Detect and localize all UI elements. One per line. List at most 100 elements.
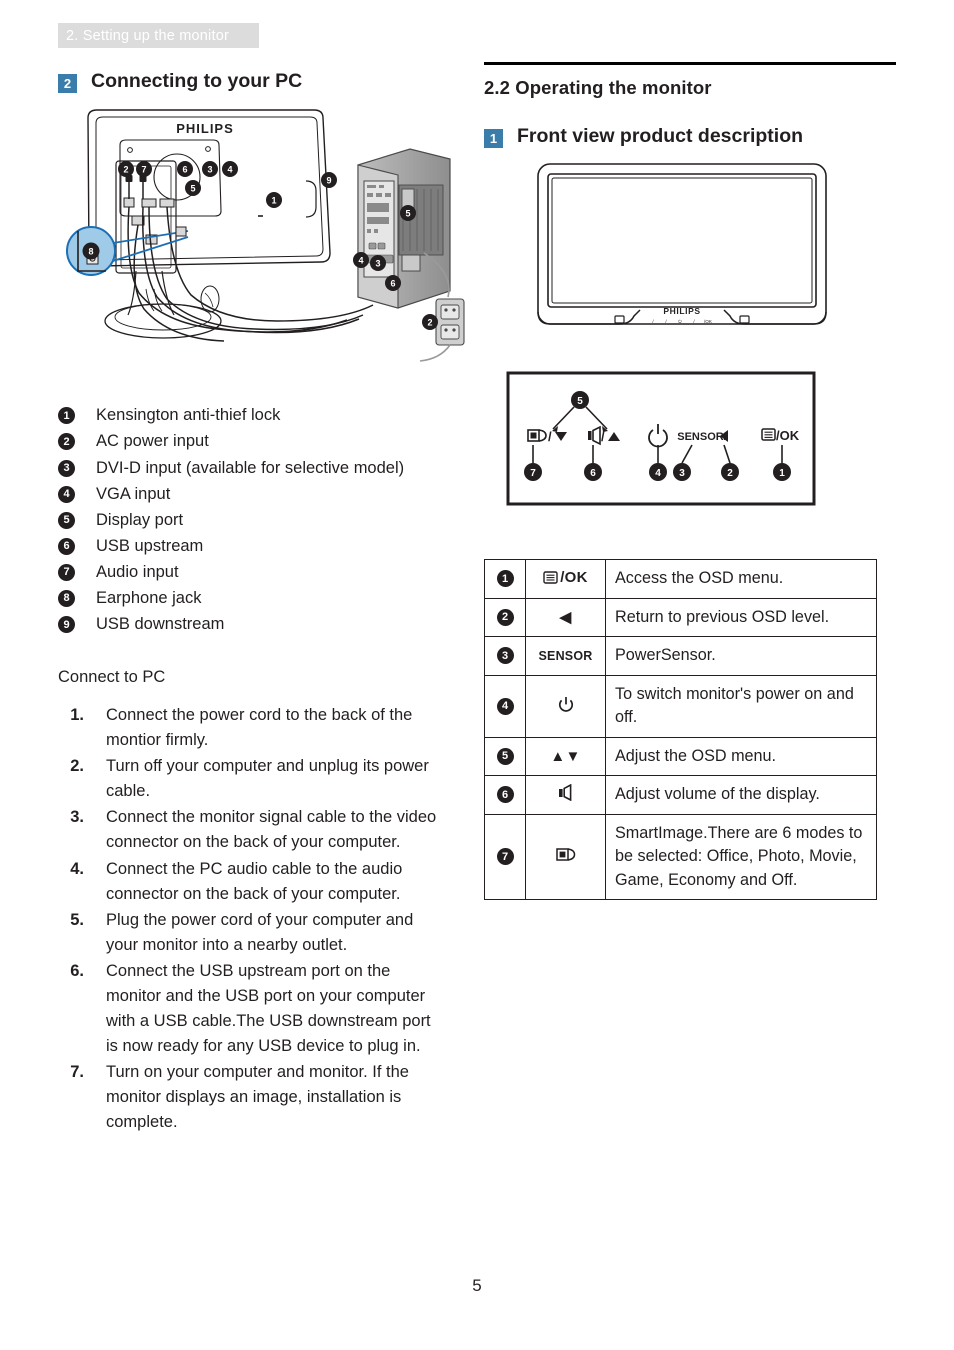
row-icon-cell <box>525 813 606 901</box>
step-text: Plug the power cord of your computer and… <box>106 910 414 954</box>
section-rule <box>484 62 896 65</box>
section-heading-connecting: 2 Connecting to your PC <box>58 70 478 93</box>
row-number-cell: 7 <box>484 813 526 901</box>
svg-text:1: 1 <box>779 468 785 479</box>
svg-text:2: 2 <box>427 318 432 328</box>
callout-1: 1 <box>773 463 791 482</box>
left-column: 2 Connecting to your PC 2 7 6 3 4 5 1 9 … <box>58 70 478 1136</box>
svg-text:2: 2 <box>727 468 733 479</box>
callout-2-outlet: 2 <box>422 314 438 331</box>
svg-text:5: 5 <box>405 209 410 219</box>
page-title: 2.2 Operating the monitor <box>484 77 712 98</box>
control-panel-figure: 5 / / SENSOR/ /OK 7 6 4 3 2 1 <box>506 371 896 511</box>
sensor-left-glyph: SENSOR/ <box>677 430 728 443</box>
philips-wordmark: PHILIPS <box>663 306 700 316</box>
table-row: 6 Adjust volume of the display. <box>484 775 877 815</box>
row-number-cell: 2 <box>484 597 526 638</box>
svg-text:3: 3 <box>679 468 685 479</box>
step-number: 2. <box>70 757 84 776</box>
control-panel-svg: 5 / / SENSOR/ /OK 7 6 4 3 2 1 <box>506 371 816 506</box>
callout-9-usb: 9 <box>321 172 337 189</box>
table-row: 7 SmartImage.There are 6 modes to be sel… <box>484 813 877 901</box>
svg-text:5: 5 <box>577 396 583 407</box>
list-item: 7 Audio input <box>58 560 478 585</box>
section-title: Front view product description <box>517 125 804 147</box>
svg-text:8: 8 <box>88 247 93 257</box>
svg-text:4: 4 <box>655 468 661 479</box>
step-text: Turn on your computer and monitor. If th… <box>106 1063 409 1132</box>
row-badge: 4 <box>496 697 514 715</box>
list-item: 2. Turn off your computer and unplug its… <box>58 754 478 804</box>
svg-text:3: 3 <box>207 165 212 175</box>
callout-5-monitor: 5 <box>185 180 201 197</box>
callout-4: 4 <box>649 463 667 482</box>
sensor-icon: SENSOR <box>538 649 593 664</box>
step-text: Connect the power cord to the back of th… <box>106 706 413 750</box>
row-icon-cell <box>525 674 606 738</box>
step-number: 5. <box>70 910 84 929</box>
row-icon-cell: SENSOR <box>525 636 606 676</box>
row-description: Access the OSD menu. <box>605 559 877 599</box>
list-item: 2 AC power input <box>58 429 478 454</box>
row-description: Return to previous OSD level. <box>605 597 877 638</box>
step-number: 3. <box>70 808 84 827</box>
list-item: 4. Connect the PC audio cable to the aud… <box>58 857 478 907</box>
legend-label: Earphone jack <box>96 588 202 607</box>
list-item: 3 DVI-D input (available for selective m… <box>58 456 478 481</box>
row-description: SmartImage.There are 6 modes to be selec… <box>605 813 877 901</box>
legend-number: 1 <box>58 407 75 425</box>
table-row: 2 ◀ Return to previous OSD level. <box>484 597 877 638</box>
row-description: PowerSensor. <box>605 636 877 676</box>
list-item: 3. Connect the monitor signal cable to t… <box>58 805 478 855</box>
legend-number: 9 <box>58 616 75 634</box>
section-title: Connecting to your PC <box>91 70 303 92</box>
svg-text:/: / <box>601 429 605 444</box>
philips-wordmark: PHILIPS <box>176 121 234 136</box>
row-badge: 7 <box>496 848 514 866</box>
legend-label: Audio input <box>96 562 179 581</box>
left-triangle-icon: ◀ <box>559 609 572 627</box>
osd-ok-icon: /OK <box>543 569 588 586</box>
power-icon <box>557 695 575 713</box>
legend-label: USB downstream <box>96 615 225 634</box>
row-number-cell: 3 <box>484 636 526 676</box>
step-text: Connect the USB upstream port on the mon… <box>106 961 431 1056</box>
svg-text:3: 3 <box>375 259 380 269</box>
row-badge: 3 <box>496 647 514 665</box>
row-number-cell: 4 <box>484 674 526 738</box>
callout-1-lock: 1 <box>266 192 282 209</box>
callout-3: 3 <box>673 463 691 482</box>
list-item: 5. Plug the power cord of your computer … <box>58 908 478 958</box>
list-item: 7. Turn on your computer and monitor. If… <box>58 1060 478 1135</box>
row-icon-cell <box>525 775 606 815</box>
section-heading-frontview: 1 Front view product description <box>484 125 896 148</box>
legend-number: 7 <box>58 563 75 581</box>
svg-text:/OK: /OK <box>776 428 800 443</box>
up-down-triangle-icon: ▲▼ <box>550 747 581 765</box>
row-number-cell: 5 <box>484 736 526 777</box>
callout-3-monitor: 3 <box>202 161 218 178</box>
row-number-cell: 1 <box>484 559 526 599</box>
svg-text:6: 6 <box>182 165 187 175</box>
legend-label: Kensington anti-thief lock <box>96 406 281 425</box>
front-view-figure: PHILIPS / / ⏻ / /OK <box>532 158 896 345</box>
row-icon-cell: /OK <box>525 559 606 599</box>
callout-8-earphone: 8 <box>82 242 100 260</box>
row-description: Adjust volume of the display. <box>605 775 877 815</box>
list-item: 1. Connect the power cord to the back of… <box>58 703 478 753</box>
legend-number: 4 <box>58 485 75 503</box>
legend-number: 3 <box>58 459 75 477</box>
svg-text:4: 4 <box>227 165 232 175</box>
svg-text:⏻: ⏻ <box>678 319 682 324</box>
right-column: 2.2 Operating the monitor 1 Front view p… <box>484 62 896 901</box>
svg-text:4: 4 <box>358 256 363 266</box>
legend-label: Display port <box>96 510 184 529</box>
row-badge: 1 <box>496 570 514 588</box>
table-row: 3 SENSOR PowerSensor. <box>484 636 877 676</box>
volume-icon <box>557 784 575 802</box>
table-row: 5 ▲▼ Adjust the OSD menu. <box>484 736 877 777</box>
step-number: 1. <box>70 706 84 725</box>
callout-6-monitor: 6 <box>177 161 193 178</box>
port-legend-list: 1 Kensington anti-thief lock 2 AC power … <box>58 403 478 637</box>
control-description-table: 1 /OK Access the OSD menu. 2 ◀ Return to… <box>484 559 877 901</box>
